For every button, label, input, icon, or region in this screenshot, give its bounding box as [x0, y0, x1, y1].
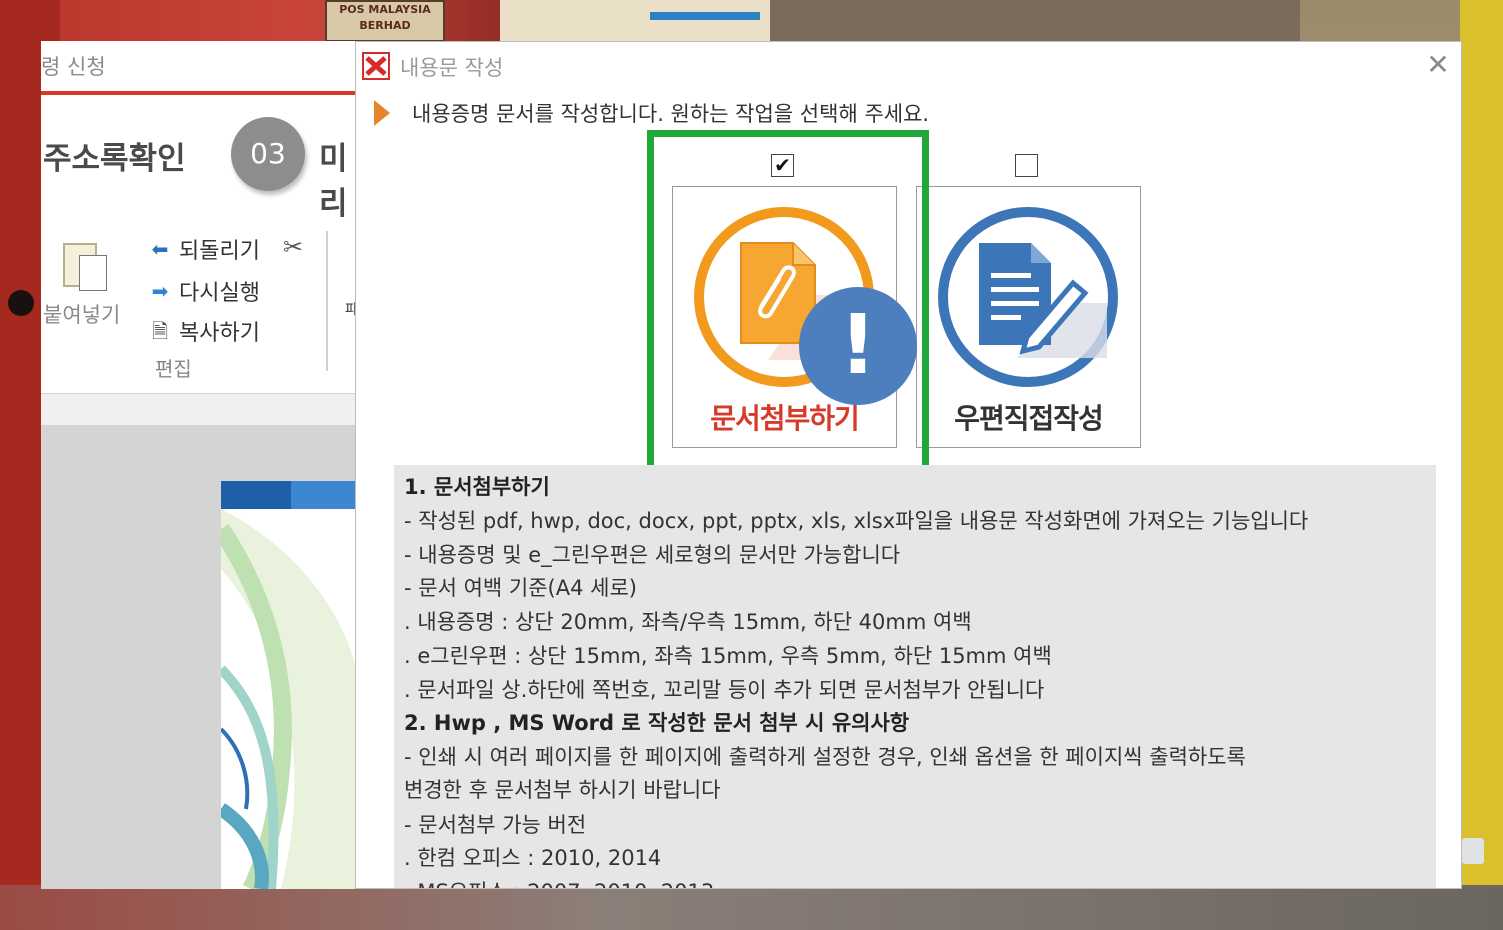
info-line: . 문서파일 상.하단에 쪽번호, 꼬리말 등이 추가 되면 문서첨부가 안됩니…	[404, 678, 1045, 702]
info-line: . e그린우편 : 상단 15mm, 좌측 15mm, 우측 5mm, 하단 1…	[404, 644, 1052, 668]
cup	[1462, 838, 1484, 864]
redo-label: 다시실행	[179, 281, 260, 306]
undo-arrow-icon: ⬅	[151, 237, 169, 261]
info-panel: 1. 문서첨부하기 - 작성된 pdf, hwp, doc, docx, ppt…	[394, 465, 1436, 888]
info-heading-2: 2. Hwp , MS Word 로 작성한 문서 첨부 시 유의사항	[404, 711, 910, 735]
edit-ribbon: 붙여넣기 ⬅ 되돌리기 ➡ 다시실행 🗎 복사하기 ✂ 편집 파	[41, 223, 361, 394]
write-option-checkbox[interactable]	[1015, 154, 1038, 177]
direct-write-label: 우편직접작성	[954, 402, 1104, 435]
paste-button[interactable]: 붙여넣기	[43, 299, 120, 329]
info-line: . MS오피스 : 2007, 2010, 2013	[404, 876, 714, 888]
edit-group-label: 편집	[155, 357, 192, 381]
back-window-titlebar: 령 신청	[41, 41, 361, 95]
document-preview-area	[41, 425, 361, 889]
info-line: - 인쇄 시 여러 페이지를 한 페이지에 출력하게 설정한 경우, 인쇄 옵션…	[404, 745, 1246, 769]
paper-notice	[500, 0, 770, 42]
info-line: - 작성된 pdf, hwp, doc, docx, ppt, pptx, xl…	[404, 509, 1309, 533]
document-preview-page[interactable]	[221, 481, 361, 889]
info-line: - 문서 여백 기준(A4 세로)	[404, 576, 637, 600]
step-number-badge[interactable]: 03	[231, 117, 305, 191]
ground	[0, 885, 1503, 930]
info-line: 변경한 후 문서첨부 하시기 바랍니다	[404, 778, 721, 802]
info-line: . 한컴 오피스 : 2010, 2014	[404, 846, 662, 870]
wall-hole	[8, 290, 34, 316]
paste-icon[interactable]	[59, 237, 107, 291]
copy-button[interactable]: 🗎 복사하기	[145, 315, 260, 347]
instruction-text: 내용증명 문서를 작성합니다. 원하는 작업을 선택해 주세요.	[412, 102, 930, 126]
redo-arrow-icon: ➡	[151, 279, 169, 303]
close-button[interactable]: ✕	[1421, 48, 1455, 82]
undo-button[interactable]: ⬅ 되돌리기	[145, 233, 260, 265]
instruction-row: 내용증명 문서를 작성합니다. 원하는 작업을 선택해 주세요.	[374, 98, 929, 128]
document-header-band	[221, 481, 361, 509]
redo-button[interactable]: ➡ 다시실행	[145, 275, 260, 307]
poster-sign: POS MALAYSIA BERHAD	[325, 0, 445, 42]
direct-write-option[interactable]: 우편직접작성	[916, 186, 1141, 448]
document-pen-icon	[979, 243, 1107, 358]
step-label: 주소록확인	[43, 141, 186, 177]
undo-label: 되돌리기	[179, 239, 260, 264]
yellow-pillar	[1460, 0, 1503, 930]
ribbon-divider	[326, 231, 328, 371]
back-window-title: 령 신청	[41, 55, 106, 79]
sheet-shape	[79, 255, 107, 291]
copy-label: 복사하기	[179, 321, 260, 346]
info-line: - 문서첨부 가능 버전	[404, 813, 587, 837]
back-application-window: 령 신청 주소록확인 03 미리 붙여넣기 ⬅ 되돌리기 ➡ 다시실행 🗎 복사…	[41, 41, 361, 889]
dialog-title: 내용문 작성	[400, 56, 504, 80]
exclamation-alert-icon: !	[799, 287, 917, 405]
poster-line-1: POS MALAYSIA	[339, 3, 431, 16]
document-decoration-art	[221, 509, 361, 889]
poster-line-2: BERHAD	[359, 19, 411, 32]
step-indicator: 주소록확인 03 미리	[41, 95, 361, 223]
dialog-titlebar: 내용문 작성 ✕	[356, 42, 1461, 90]
info-line: - 내용증명 및 e_그린우편은 세로형의 문서만 가능합니다	[404, 543, 901, 567]
info-line: . 내용증명 : 상단 20mm, 좌측/우측 15mm, 하단 40mm 여백	[404, 610, 972, 634]
info-heading-1: 1. 문서첨부하기	[404, 475, 550, 499]
scissors-icon[interactable]: ✂	[283, 233, 303, 261]
app-logo-icon	[362, 52, 390, 80]
copy-doc-icon: 🗎	[151, 319, 169, 343]
orange-arrow-icon	[374, 100, 390, 126]
compose-dialog: 내용문 작성 ✕ 내용증명 문서를 작성합니다. 원하는 작업을 선택해 주세요…	[355, 41, 1462, 889]
paper-notice-bar	[650, 12, 760, 20]
